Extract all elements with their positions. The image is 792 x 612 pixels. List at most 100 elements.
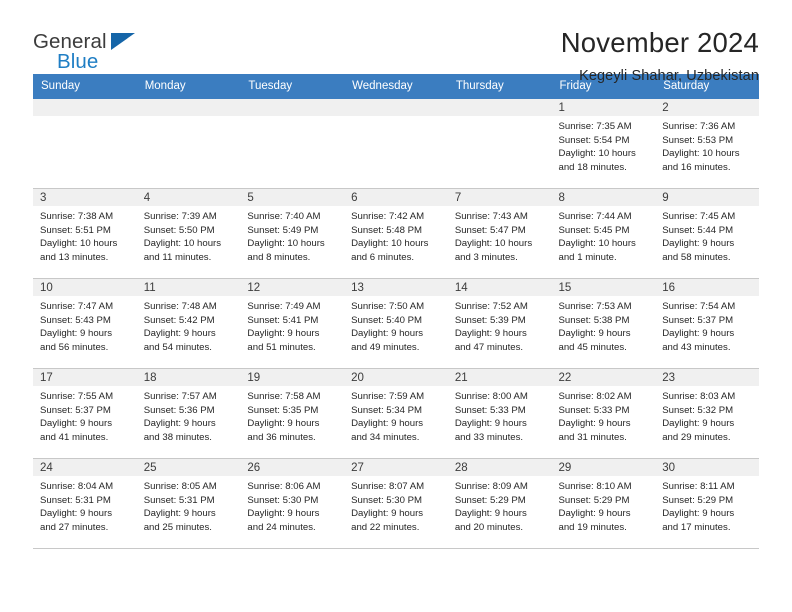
calendar-day-cell[interactable]: 11 Sunrise: 7:48 AM Sunset: 5:42 PM Dayligh… (136, 278, 241, 369)
sunrise-line: Sunrise: 8:10 AM (558, 481, 632, 492)
daylight-line: Daylight: 9 hours (247, 508, 320, 520)
calendar-day-cell[interactable]: 14 Sunrise: 7:52 AM Sunset: 5:39 PM Dayligh… (447, 278, 552, 369)
sunrise-line: Sunrise: 8:02 AM (558, 391, 632, 402)
day-number: 12 (240, 279, 345, 296)
calendar-day-cell[interactable]: 16 Sunrise: 7:54 AM Sunset: 5:37 PM Dayligh… (655, 278, 759, 369)
calendar-day-cell[interactable]: 15 Sunrise: 7:53 AM Sunset: 5:38 PM Dayligh… (551, 278, 656, 369)
sunrise-line: Sunrise: 7:53 AM (558, 301, 632, 312)
day-cell-inner: 8 Sunrise: 7:44 AM Sunset: 5:45 PM Daylight… (551, 189, 656, 278)
day-cell-inner: 15 Sunrise: 7:53 AM Sunset: 5:38 PM Dayligh… (551, 279, 656, 368)
calendar-day-cell[interactable]: 20 Sunrise: 7:59 AM Sunset: 5:34 PM Dayligh… (344, 368, 448, 459)
generalblue-logo[interactable]: General Blue (33, 27, 153, 83)
calendar-day-cell[interactable]: 28 Sunrise: 8:09 AM Sunset: 5:29 PM Dayligh… (447, 458, 552, 549)
day-number: 26 (240, 459, 345, 476)
day-cell-inner: 20 Sunrise: 7:59 AM Sunset: 5:34 PM Dayligh… (344, 369, 448, 458)
calendar-day-cell[interactable]: 19 Sunrise: 7:58 AM Sunset: 5:35 PM Dayligh… (240, 368, 345, 459)
daylight-line: Daylight: 9 hours (40, 418, 112, 430)
day-cell-inner: 1 Sunrise: 7:35 AM Sunset: 5:54 PM Daylight… (551, 99, 656, 188)
sunrise-line: Sunrise: 7:54 AM (662, 301, 736, 312)
day-number: 8 (551, 189, 656, 206)
sunrise-line: Sunrise: 8:03 AM (662, 391, 736, 402)
calendar-day-cell[interactable]: 23 Sunrise: 8:03 AM Sunset: 5:32 PM Dayligh… (655, 368, 759, 459)
daylight-line: Daylight: 9 hours (558, 418, 631, 430)
daylight-line: and 17 minutes. (662, 521, 731, 533)
calendar-day-cell[interactable]: 9 Sunrise: 7:45 AM Sunset: 5:44 PM Daylight… (655, 188, 759, 279)
daylight-line: Daylight: 9 hours (143, 418, 216, 430)
calendar-week-row: 10 Sunrise: 7:47 AM Sunset: 5:43 PM Dayligh… (33, 278, 759, 369)
calendar-day-cell[interactable]: 26 Sunrise: 8:06 AM Sunset: 5:30 PM Dayligh… (240, 458, 345, 549)
day-detail-text: Sunrise: 7:59 AM Sunset: 5:34 PM Daylight:… (344, 386, 448, 444)
sunrise-line: Sunrise: 7:44 AM (558, 211, 632, 222)
sunset-line: Sunset: 5:32 PM (662, 404, 734, 416)
day-detail-text: Sunrise: 7:52 AM Sunset: 5:39 PM Daylight:… (448, 296, 552, 354)
calendar-day-cell[interactable]: 8 Sunrise: 7:44 AM Sunset: 5:45 PM Daylight… (551, 188, 656, 279)
day-number (344, 99, 448, 116)
daylight-line: Daylight: 10 hours (143, 238, 222, 250)
day-number: 13 (344, 279, 448, 296)
calendar-cell-empty (136, 98, 241, 189)
sunset-line: Sunset: 5:30 PM (247, 494, 319, 506)
daylight-line: Daylight: 10 hours (454, 238, 533, 250)
sunrise-line: Sunrise: 8:09 AM (454, 481, 528, 492)
calendar-day-cell[interactable]: 3 Sunrise: 7:38 AM Sunset: 5:51 PM Daylight… (33, 188, 137, 279)
day-detail-text: Sunrise: 7:53 AM Sunset: 5:38 PM Daylight:… (552, 296, 656, 354)
day-number: 4 (136, 189, 241, 206)
day-number (33, 99, 137, 116)
day-number: 7 (447, 189, 552, 206)
sunrise-line: Sunrise: 8:00 AM (454, 391, 528, 402)
day-cell-inner (344, 99, 448, 188)
sunset-line: Sunset: 5:29 PM (662, 494, 734, 506)
calendar-day-cell[interactable]: 25 Sunrise: 8:05 AM Sunset: 5:31 PM Dayligh… (136, 458, 241, 549)
day-cell-inner: 24 Sunrise: 8:04 AM Sunset: 5:31 PM Dayligh… (33, 459, 137, 548)
daylight-line: and 45 minutes. (558, 341, 627, 353)
calendar-day-cell[interactable]: 10 Sunrise: 7:47 AM Sunset: 5:43 PM Dayligh… (33, 278, 137, 369)
sunset-line: Sunset: 5:33 PM (454, 404, 526, 416)
calendar-day-cell[interactable]: 1 Sunrise: 7:35 AM Sunset: 5:54 PM Daylight… (551, 98, 656, 189)
day-detail-text: Sunrise: 8:00 AM Sunset: 5:33 PM Daylight:… (448, 386, 552, 444)
sunrise-line: Sunrise: 7:52 AM (454, 301, 528, 312)
calendar-day-cell[interactable]: 7 Sunrise: 7:43 AM Sunset: 5:47 PM Daylight… (447, 188, 552, 279)
day-number: 30 (655, 459, 759, 476)
sunrise-line: Sunrise: 7:38 AM (40, 211, 114, 222)
calendar-day-cell[interactable]: 17 Sunrise: 7:55 AM Sunset: 5:37 PM Dayligh… (33, 368, 137, 459)
sunset-line: Sunset: 5:54 PM (558, 134, 630, 146)
day-cell-inner: 17 Sunrise: 7:55 AM Sunset: 5:37 PM Dayligh… (33, 369, 137, 458)
day-cell-inner: 4 Sunrise: 7:39 AM Sunset: 5:50 PM Daylight… (136, 189, 241, 278)
daylight-line: Daylight: 9 hours (662, 238, 735, 250)
calendar-day-cell[interactable]: 21 Sunrise: 8:00 AM Sunset: 5:33 PM Dayligh… (447, 368, 552, 459)
calendar-day-cell[interactable]: 27 Sunrise: 8:07 AM Sunset: 5:30 PM Dayligh… (344, 458, 448, 549)
day-cell-inner: 14 Sunrise: 7:52 AM Sunset: 5:39 PM Dayligh… (447, 279, 552, 368)
calendar-day-cell[interactable]: 13 Sunrise: 7:50 AM Sunset: 5:40 PM Dayligh… (344, 278, 448, 369)
calendar-day-cell[interactable]: 12 Sunrise: 7:49 AM Sunset: 5:41 PM Dayligh… (240, 278, 345, 369)
sunset-line: Sunset: 5:31 PM (40, 494, 111, 506)
calendar-week-row: 17 Sunrise: 7:55 AM Sunset: 5:37 PM Dayligh… (33, 368, 759, 459)
day-cell-inner: 3 Sunrise: 7:38 AM Sunset: 5:51 PM Daylight… (33, 189, 137, 278)
calendar-day-cell[interactable]: 30 Sunrise: 8:11 AM Sunset: 5:29 PM Dayligh… (655, 458, 759, 549)
day-number: 23 (655, 369, 759, 386)
day-number: 5 (240, 189, 345, 206)
calendar-day-cell[interactable]: 2 Sunrise: 7:36 AM Sunset: 5:53 PM Daylight… (655, 98, 759, 189)
calendar-day-cell[interactable]: 18 Sunrise: 7:57 AM Sunset: 5:36 PM Dayligh… (136, 368, 241, 459)
daylight-line: Daylight: 10 hours (247, 238, 325, 250)
day-number: 28 (447, 459, 552, 476)
calendar-day-cell[interactable]: 5 Sunrise: 7:40 AM Sunset: 5:49 PM Daylight… (240, 188, 345, 279)
daylight-line: and 33 minutes. (454, 431, 524, 443)
daylight-line: Daylight: 9 hours (454, 508, 527, 520)
sunrise-line: Sunrise: 7:59 AM (351, 391, 425, 402)
calendar-day-cell[interactable]: 29 Sunrise: 8:10 AM Sunset: 5:29 PM Dayligh… (551, 458, 656, 549)
daylight-line: and 20 minutes. (454, 521, 524, 533)
calendar-day-cell[interactable]: 22 Sunrise: 8:02 AM Sunset: 5:33 PM Dayligh… (551, 368, 656, 459)
calendar-day-cell[interactable]: 4 Sunrise: 7:39 AM Sunset: 5:50 PM Daylight… (136, 188, 241, 279)
sunrise-line: Sunrise: 7:49 AM (247, 301, 321, 312)
day-detail-text: Sunrise: 8:04 AM Sunset: 5:31 PM Daylight:… (33, 476, 137, 534)
calendar-grid: Sunday Monday Tuesday Wednesday Thursday… (33, 74, 759, 549)
daylight-line: Daylight: 9 hours (662, 418, 735, 430)
daylight-line: and 13 minutes. (40, 251, 109, 263)
sunrise-line: Sunrise: 7:58 AM (247, 391, 321, 402)
day-detail-text: Sunrise: 7:57 AM Sunset: 5:36 PM Daylight:… (137, 386, 241, 444)
calendar-day-cell[interactable]: 6 Sunrise: 7:42 AM Sunset: 5:48 PM Daylight… (344, 188, 448, 279)
day-detail-text (344, 116, 448, 120)
daylight-line: and 11 minutes. (143, 251, 212, 263)
calendar-day-cell[interactable]: 24 Sunrise: 8:04 AM Sunset: 5:31 PM Dayligh… (33, 458, 137, 549)
sunrise-line: Sunrise: 7:36 AM (662, 121, 736, 132)
